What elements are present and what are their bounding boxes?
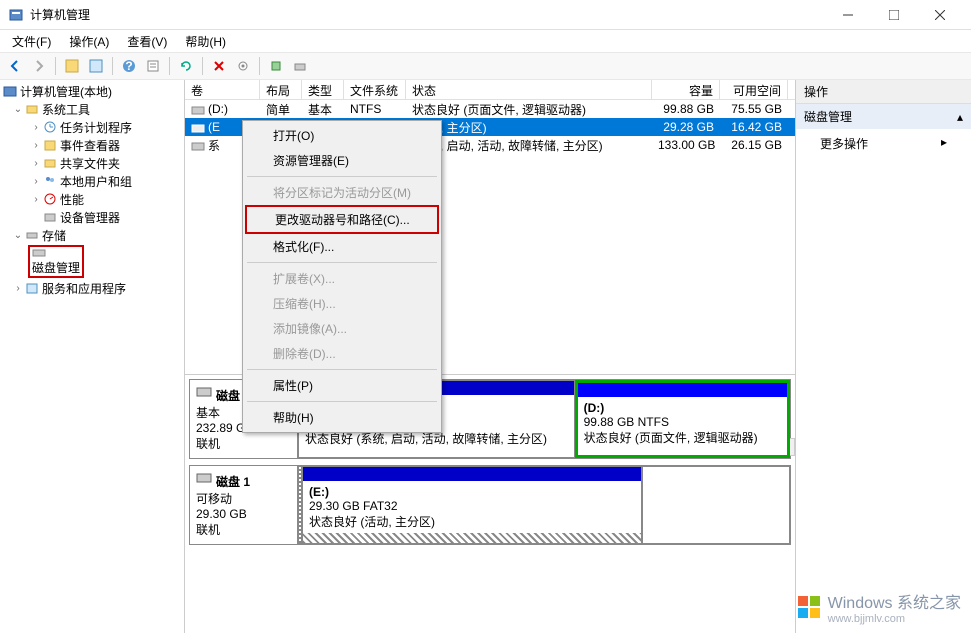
tree-users[interactable]: › 本地用户和组: [0, 172, 184, 190]
ctx-properties[interactable]: 属性(P): [245, 373, 439, 398]
windows-logo-icon: [796, 594, 822, 620]
menu-help[interactable]: 帮助(H): [177, 31, 234, 52]
view-icon1[interactable]: [61, 55, 83, 77]
ctx-open[interactable]: 打开(O): [245, 123, 439, 148]
tree-services-label: 服务和应用程序: [42, 280, 126, 297]
menu-file[interactable]: 文件(F): [4, 31, 59, 52]
settings-icon[interactable]: [232, 55, 254, 77]
col-vol[interactable]: 卷: [185, 80, 260, 99]
ctx-delete: 删除卷(D)...: [245, 341, 439, 366]
col-capacity[interactable]: 容量: [652, 80, 720, 99]
ctx-mirror: 添加镜像(A)...: [245, 316, 439, 341]
tree-services[interactable]: › 服务和应用程序: [0, 279, 184, 297]
actions-panel: 操作 磁盘管理 ▴ 更多操作 ▸: [796, 80, 971, 633]
volume-row[interactable]: (D:) 简单 基本 NTFS 状态良好 (页面文件, 逻辑驱动器) 99.88…: [185, 100, 795, 118]
center-panel: 卷 布局 类型 文件系统 状态 容量 可用空间 (D:) 简单 基本 NTFS …: [185, 80, 796, 633]
tree-root-label: 计算机管理(本地): [20, 83, 112, 100]
tree-perf-label: 性能: [60, 191, 84, 208]
tree-systools[interactable]: ⌄ 系统工具: [0, 100, 184, 118]
expand-icon[interactable]: ›: [30, 194, 42, 205]
navigation-tree: 计算机管理(本地) ⌄ 系统工具 › 任务计划程序 › 事件查看器 › 共享文件…: [0, 80, 185, 633]
disk-1-info[interactable]: 磁盘 1 可移动 29.30 GB 联机: [190, 466, 298, 544]
tree-shared[interactable]: › 共享文件夹: [0, 154, 184, 172]
watermark-url: www.bjjmlv.com: [828, 613, 961, 625]
col-free[interactable]: 可用空间: [720, 80, 788, 99]
col-status[interactable]: 状态: [406, 80, 652, 99]
back-button[interactable]: [4, 55, 26, 77]
chevron-right-icon: ▸: [941, 135, 947, 149]
tree-diskmgmt[interactable]: 磁盘管理: [28, 245, 84, 278]
expand-icon[interactable]: ›: [30, 158, 42, 169]
disk-1-row: 磁盘 1 可移动 29.30 GB 联机 (E:) 29.30 GB FAT32…: [189, 465, 791, 545]
ctx-extend: 扩展卷(X)...: [245, 266, 439, 291]
watermark: Windows 系统之家 www.bjjmlv.com: [796, 589, 961, 625]
window-title: 计算机管理: [30, 6, 825, 23]
unallocated-space[interactable]: [642, 466, 790, 544]
expand-icon[interactable]: ›: [30, 140, 42, 151]
tree-storage[interactable]: ⌄ 存储: [0, 226, 184, 244]
new-icon[interactable]: [265, 55, 287, 77]
watermark-brand: Windows 系统之家: [828, 589, 961, 613]
tree-diskmgmt-label: 磁盘管理: [32, 261, 80, 275]
ctx-format[interactable]: 格式化(F)...: [245, 234, 439, 259]
tree-task-label: 任务计划程序: [60, 119, 132, 136]
volume-header: 卷 布局 类型 文件系统 状态 容量 可用空间: [185, 80, 795, 100]
tree-storage-label: 存储: [42, 227, 66, 244]
col-layout[interactable]: 布局: [260, 80, 302, 99]
tree-event-label: 事件查看器: [60, 137, 120, 154]
menu-view[interactable]: 查看(V): [119, 31, 175, 52]
close-button[interactable]: [917, 0, 963, 30]
tree-systools-label: 系统工具: [42, 101, 90, 118]
col-fs[interactable]: 文件系统: [344, 80, 406, 99]
tree-users-label: 本地用户和组: [60, 173, 132, 190]
tree-perf[interactable]: › 性能: [0, 190, 184, 208]
refresh-icon[interactable]: [175, 55, 197, 77]
tree-devmgr[interactable]: 设备管理器: [0, 208, 184, 226]
app-icon: [8, 7, 24, 23]
col-type[interactable]: 类型: [302, 80, 344, 99]
ctx-help[interactable]: 帮助(H): [245, 405, 439, 430]
forward-button[interactable]: [28, 55, 50, 77]
properties-icon[interactable]: [142, 55, 164, 77]
partition-e[interactable]: (E:) 29.30 GB FAT32 状态良好 (活动, 主分区): [302, 466, 642, 544]
ctx-explorer[interactable]: 资源管理器(E): [245, 148, 439, 173]
tree-event[interactable]: › 事件查看器: [0, 136, 184, 154]
tree-root[interactable]: 计算机管理(本地): [0, 82, 184, 100]
actions-header: 操作: [796, 80, 971, 104]
help-icon[interactable]: ?: [118, 55, 140, 77]
collapse-icon[interactable]: ⌄: [12, 104, 24, 115]
expand-icon[interactable]: ›: [12, 283, 24, 294]
context-menu: 打开(O) 资源管理器(E) 将分区标记为活动分区(M) 更改驱动器号和路径(C…: [242, 120, 442, 433]
title-bar: 计算机管理: [0, 0, 971, 30]
chevron-up-icon: ▴: [957, 110, 963, 124]
tree-devmgr-label: 设备管理器: [60, 209, 120, 226]
ctx-shrink: 压缩卷(H)...: [245, 291, 439, 316]
svg-text:?: ?: [125, 59, 132, 73]
collapse-icon[interactable]: ⌄: [12, 230, 24, 241]
actions-section[interactable]: 磁盘管理 ▴: [796, 104, 971, 129]
delete-icon[interactable]: [208, 55, 230, 77]
disk-icon-tool[interactable]: [289, 55, 311, 77]
actions-more[interactable]: 更多操作 ▸: [796, 129, 971, 158]
ctx-change-letter[interactable]: 更改驱动器号和路径(C)...: [247, 207, 437, 232]
menu-action[interactable]: 操作(A): [61, 31, 117, 52]
ctx-mark-active: 将分区标记为活动分区(M): [245, 180, 439, 205]
tree-shared-label: 共享文件夹: [60, 155, 120, 172]
menu-bar: 文件(F) 操作(A) 查看(V) 帮助(H): [0, 30, 971, 52]
toolbar: ?: [0, 52, 971, 80]
minimize-button[interactable]: [825, 0, 871, 30]
expand-icon[interactable]: ›: [30, 176, 42, 187]
tree-task[interactable]: › 任务计划程序: [0, 118, 184, 136]
maximize-button[interactable]: [871, 0, 917, 30]
view-icon2[interactable]: [85, 55, 107, 77]
expand-icon[interactable]: ›: [30, 122, 42, 133]
partition-d[interactable]: (D:) 99.88 GB NTFS 状态良好 (页面文件, 逻辑驱动器): [575, 380, 790, 458]
